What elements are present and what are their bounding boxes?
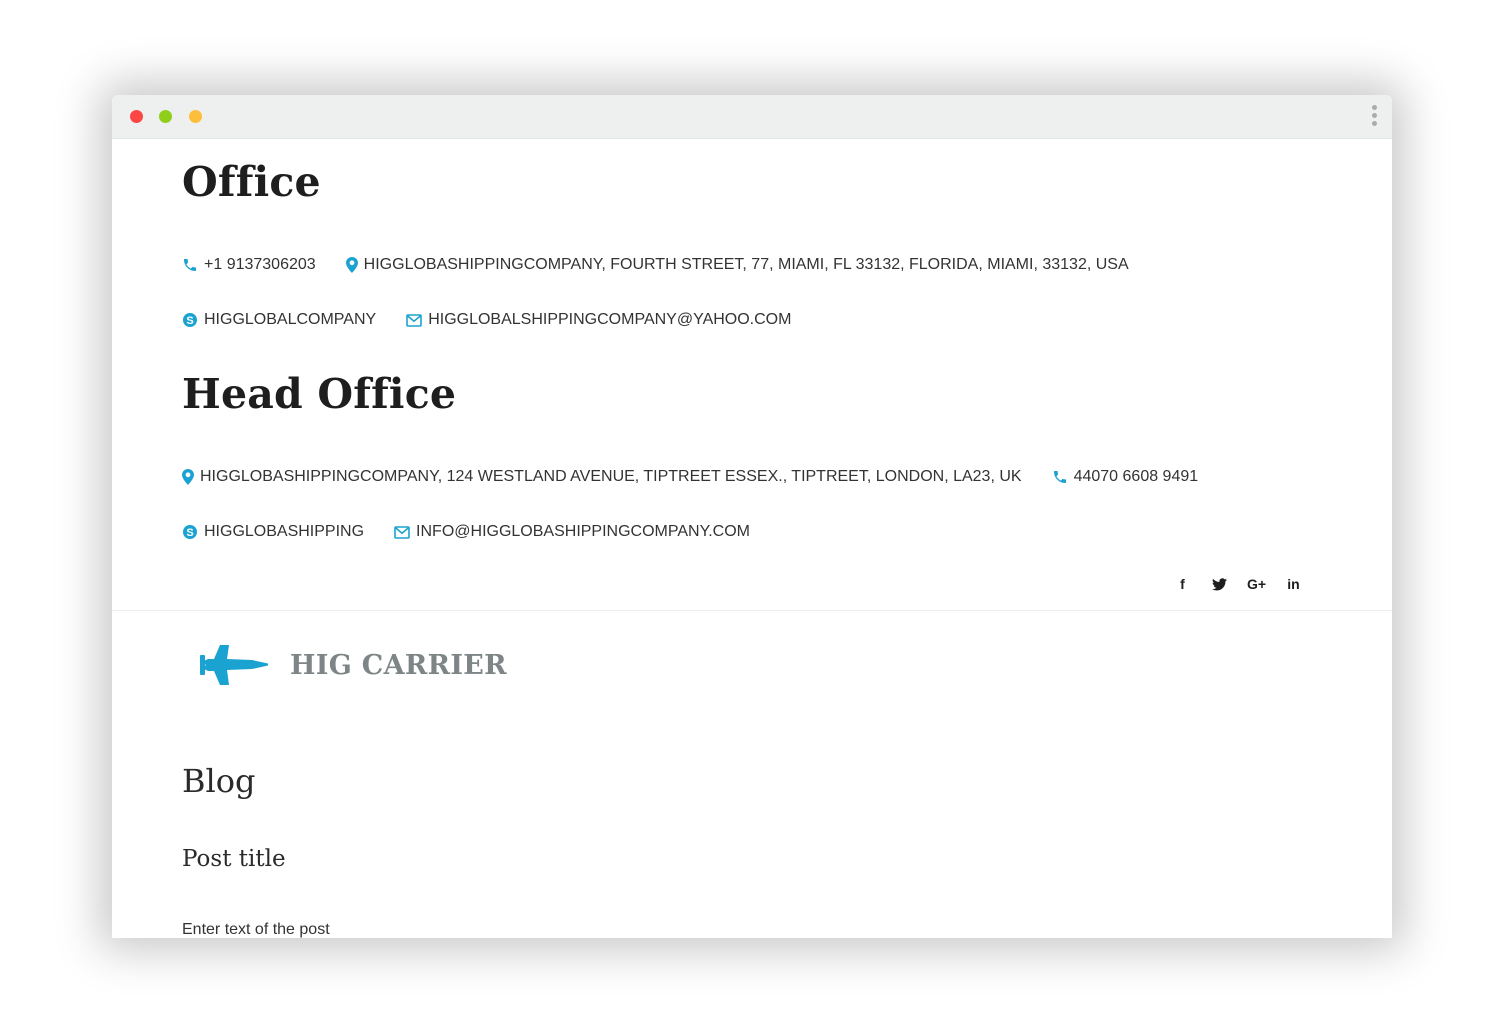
twitter-icon[interactable]: [1201, 577, 1238, 591]
head-office-skype-text: HIGGLOBASHIPPING: [204, 523, 365, 540]
head-office-contact-row-1: HIGGLOBASHIPPINGCOMPANY, 124 WESTLAND AV…: [182, 468, 1228, 486]
jet-icon: [200, 645, 268, 685]
blog-heading: Blog: [182, 762, 256, 800]
office-phone-text: +1 9137306203: [204, 256, 316, 273]
minimize-window-button[interactable]: [189, 110, 202, 123]
more-options-icon[interactable]: [1370, 105, 1378, 129]
svg-text:S: S: [186, 315, 193, 327]
office-contact-row-2: S HIGGLOBALCOMPANY HIGGLOBALSHIPPINGCOMP…: [182, 311, 821, 329]
facebook-icon[interactable]: f: [1164, 576, 1201, 592]
maximize-window-button[interactable]: [159, 110, 172, 123]
head-office-contact-row-2: S HIGGLOBASHIPPING INFO@HIGGLOBASHIPPING…: [182, 523, 780, 541]
browser-window: Office +1 9137306203 HIGGLOBASHIPPINGCOM…: [112, 95, 1392, 938]
svg-text:S: S: [186, 527, 193, 539]
office-skype[interactable]: S HIGGLOBALCOMPANY: [182, 311, 376, 329]
header-divider: [112, 610, 1392, 611]
office-address-text: HIGGLOBASHIPPINGCOMPANY, FOURTH STREET, …: [363, 256, 1129, 273]
office-email[interactable]: HIGGLOBALSHIPPINGCOMPANY@YAHOO.COM: [406, 311, 791, 329]
logo-text: HIG CARRIER: [290, 649, 507, 681]
office-address: HIGGLOBASHIPPINGCOMPANY, FOURTH STREET, …: [345, 256, 1129, 274]
post-title[interactable]: Post title: [182, 846, 286, 872]
window-titlebar: [112, 95, 1392, 139]
head-office-phone-text: 44070 6608 9491: [1073, 468, 1199, 485]
page-content: Office +1 9137306203 HIGGLOBASHIPPINGCOM…: [112, 138, 1392, 938]
google-plus-icon[interactable]: G+: [1238, 576, 1275, 592]
head-office-phone[interactable]: 44070 6608 9491: [1052, 468, 1199, 486]
head-office-skype[interactable]: S HIGGLOBASHIPPING: [182, 523, 364, 541]
linkedin-icon[interactable]: in: [1275, 576, 1312, 592]
skype-icon: S: [183, 525, 197, 539]
social-links: f G+ in: [1164, 576, 1312, 592]
map-marker-icon: [345, 257, 358, 273]
head-office-address: HIGGLOBASHIPPINGCOMPANY, 124 WESTLAND AV…: [182, 468, 1022, 486]
close-window-button[interactable]: [130, 110, 143, 123]
phone-icon: [184, 259, 196, 271]
head-office-email-text: INFO@HIGGLOBASHIPPINGCOMPANY.COM: [416, 523, 750, 540]
map-marker-icon: [182, 469, 194, 485]
office-contact-row-1: +1 9137306203 HIGGLOBASHIPPINGCOMPANY, F…: [182, 256, 1159, 274]
head-office-address-text: HIGGLOBASHIPPINGCOMPANY, 124 WESTLAND AV…: [200, 468, 1022, 485]
envelope-icon: [394, 525, 410, 539]
post-text[interactable]: Enter text of the post: [182, 921, 330, 938]
office-phone[interactable]: +1 9137306203: [182, 256, 316, 274]
envelope-icon: [406, 313, 422, 327]
phone-icon: [1053, 471, 1066, 483]
office-heading: Office: [182, 158, 321, 206]
head-office-heading: Head Office: [182, 370, 457, 418]
office-email-text: HIGGLOBALSHIPPINGCOMPANY@YAHOO.COM: [428, 311, 792, 328]
office-skype-text: HIGGLOBALCOMPANY: [204, 311, 377, 328]
site-logo[interactable]: HIG CARRIER: [200, 643, 507, 687]
head-office-email[interactable]: INFO@HIGGLOBASHIPPINGCOMPANY.COM: [394, 523, 750, 541]
skype-icon: S: [183, 313, 197, 327]
